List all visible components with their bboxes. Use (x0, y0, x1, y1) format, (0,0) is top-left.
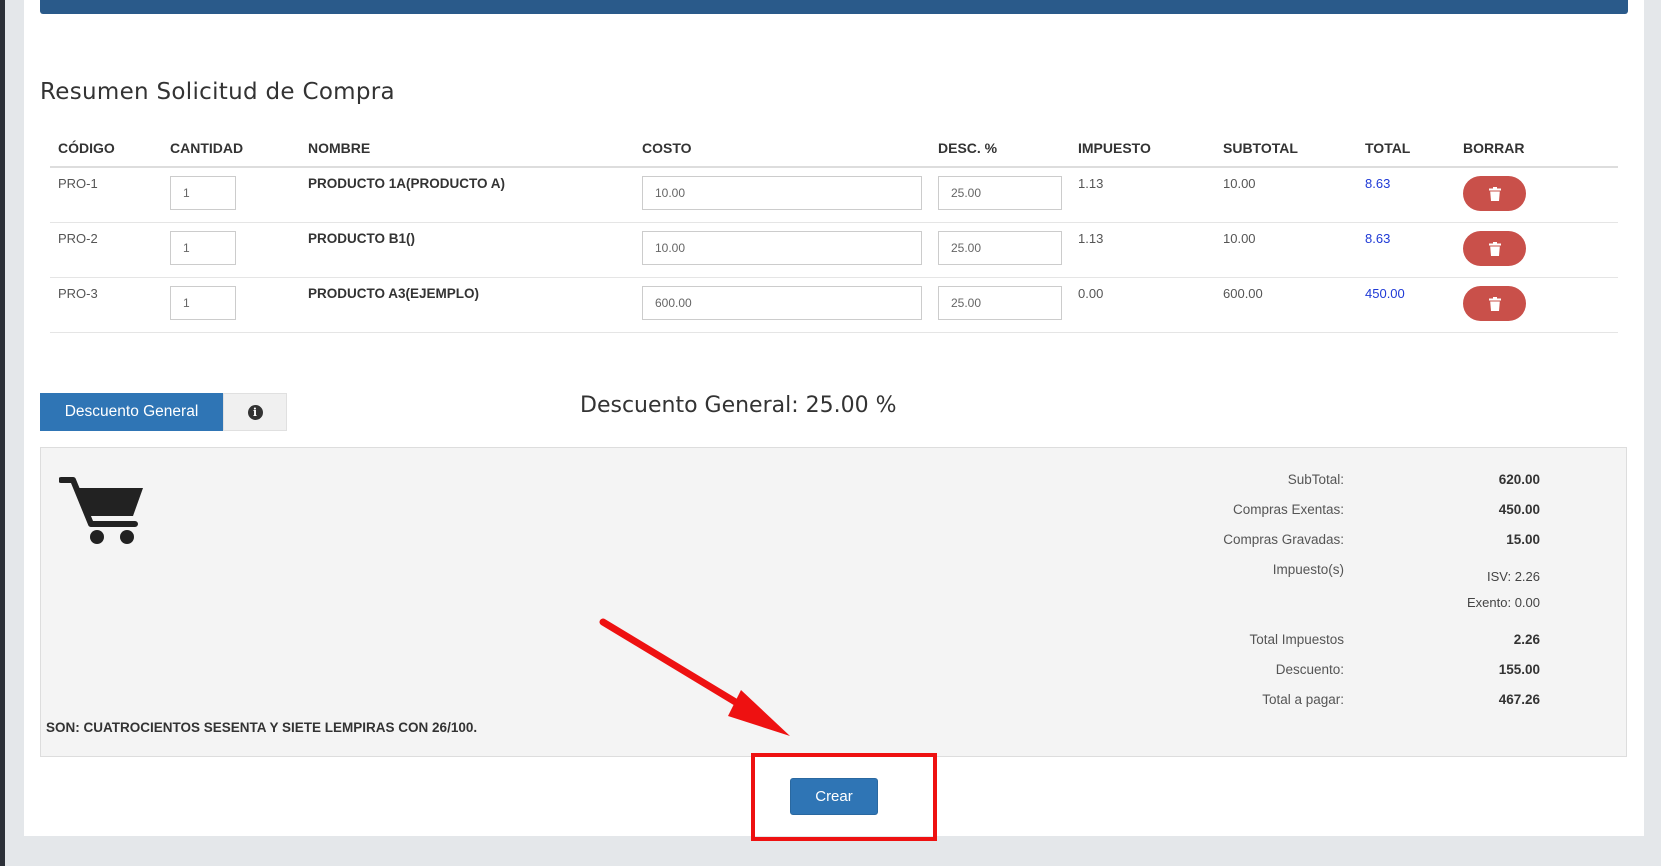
header-nombre: NOMBRE (300, 130, 634, 168)
isv-value: ISV: 2.26 (1487, 569, 1540, 584)
trash-icon (1488, 186, 1501, 201)
cell-total: 450.00 (1357, 277, 1455, 333)
shopping-cart-icon (59, 477, 143, 544)
trash-icon (1488, 241, 1501, 256)
delete-row-button[interactable] (1463, 231, 1526, 266)
header-impuesto: IMPUESTO (1070, 130, 1215, 168)
desc-input[interactable] (938, 176, 1062, 210)
total-pagar-label: Total a pagar: (1262, 692, 1344, 707)
table-row: PRO-3 PRODUCTO A3(EJEMPLO) 0.00 600.00 4… (50, 277, 1618, 333)
subtotal-value: 620.00 (1498, 472, 1540, 487)
gravadas-value: 15.00 (1506, 532, 1540, 547)
page-title: Resumen Solicitud de Compra (40, 79, 395, 105)
descuento-value: 155.00 (1498, 662, 1540, 677)
annotation-highlight-box (751, 753, 937, 841)
cell-total: 8.63 (1357, 167, 1455, 223)
cell-codigo: PRO-2 (50, 222, 162, 278)
amount-in-words: SON: CUATROCIENTOS SESENTA Y SIETE LEMPI… (46, 720, 478, 735)
costo-input[interactable] (642, 176, 922, 210)
info-circle-icon: i (247, 404, 263, 420)
delete-row-button[interactable] (1463, 176, 1526, 211)
cell-total: 8.63 (1357, 222, 1455, 278)
costo-input[interactable] (642, 231, 922, 265)
table-row: PRO-2 PRODUCTO B1() 1.13 10.00 8.63 (50, 222, 1618, 278)
header-subtotal: SUBTOTAL (1215, 130, 1357, 168)
gravadas-label: Compras Gravadas: (1223, 532, 1344, 547)
descuento-general-display: Descuento General: 25.00 % (580, 393, 897, 418)
cell-nombre: PRODUCTO A3(EJEMPLO) (300, 277, 634, 333)
cantidad-input[interactable] (170, 231, 236, 265)
table-row: PRO-1 PRODUCTO 1A(PRODUCTO A) 1.13 10.00… (50, 167, 1618, 223)
cell-nombre: PRODUCTO B1() (300, 222, 634, 278)
costo-input[interactable] (642, 286, 922, 320)
cell-subtotal: 10.00 (1215, 222, 1357, 278)
exentas-label: Compras Exentas: (1232, 502, 1344, 517)
products-table: CÓDIGO CANTIDAD NOMBRE COSTO DESC. % IMP… (50, 130, 1618, 333)
cantidad-input[interactable] (170, 286, 236, 320)
cell-impuesto: 1.13 (1070, 167, 1215, 223)
cell-impuesto: 1.13 (1070, 222, 1215, 278)
total-pagar-value: 467.26 (1498, 692, 1540, 707)
cell-impuesto: 0.00 (1070, 277, 1215, 333)
header-total: TOTAL (1357, 130, 1455, 168)
descuento-general-group: Descuento General i (40, 393, 287, 431)
cell-subtotal: 600.00 (1215, 277, 1357, 333)
exentas-value: 450.00 (1498, 502, 1540, 517)
header-codigo: CÓDIGO (50, 130, 162, 168)
cell-subtotal: 10.00 (1215, 167, 1357, 223)
total-impuestos-value: 2.26 (1513, 632, 1540, 647)
desc-input[interactable] (938, 231, 1062, 265)
header-desc: DESC. % (930, 130, 1070, 168)
desc-input[interactable] (938, 286, 1062, 320)
descuento-info-button[interactable]: i (223, 393, 287, 431)
header-cantidad: CANTIDAD (162, 130, 300, 168)
delete-row-button[interactable] (1463, 286, 1526, 321)
descuento-label: Descuento: (1275, 662, 1344, 677)
table-header-row: CÓDIGO CANTIDAD NOMBRE COSTO DESC. % IMP… (50, 130, 1618, 168)
trash-icon (1488, 296, 1501, 311)
cell-nombre: PRODUCTO 1A(PRODUCTO A) (300, 167, 634, 223)
header-costo: COSTO (634, 130, 930, 168)
exento-value: Exento: 0.00 (1467, 595, 1540, 610)
total-impuestos-label: Total Impuestos (1249, 632, 1344, 647)
impuestos-label: Impuesto(s) (1272, 562, 1344, 577)
panel-header-bar (40, 0, 1628, 14)
left-edge-bar (0, 0, 5, 866)
descuento-general-button[interactable]: Descuento General (40, 393, 223, 431)
cell-codigo: PRO-3 (50, 277, 162, 333)
cell-codigo: PRO-1 (50, 167, 162, 223)
header-borrar: BORRAR (1455, 130, 1618, 168)
subtotal-label: SubTotal: (1287, 472, 1344, 487)
cantidad-input[interactable] (170, 176, 236, 210)
summary-panel: SubTotal: 620.00 Compras Exentas: 450.00… (40, 447, 1627, 757)
